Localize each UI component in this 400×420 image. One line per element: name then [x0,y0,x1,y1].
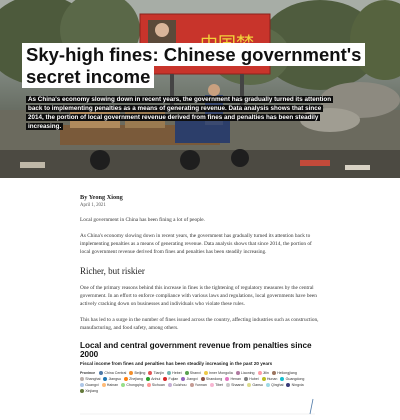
legend-swatch [261,377,266,381]
chart-legend: Province China Central Beijing Tianjin Hebe… [80,370,315,394]
legend-item[interactable]: Yunnan [189,382,207,388]
section-heading: Richer, but riskier [80,266,145,276]
legend-label: Ningxia [291,383,304,387]
article-paragraph: As China's economy slowing down in recen… [80,233,312,255]
legend-swatch [166,371,171,375]
legend-label: Guizhou [173,383,187,387]
legend-swatch [244,377,249,381]
legend-swatch [203,371,208,375]
legend-item[interactable]: Chongqing [121,382,144,388]
legend-item[interactable]: Ningxia [286,382,304,388]
legend-swatch [80,383,84,387]
legend-swatch [265,383,270,387]
legend-swatch [209,383,214,387]
legend-swatch [80,389,84,393]
article-paragraph: Local government in China has been finin… [80,217,205,223]
legend-swatch [103,377,108,381]
legend-label: Tibet [215,383,223,387]
hero-subtitle: As China's economy slowing down in recen… [26,96,334,130]
publish-date: April 1, 2021 [80,203,106,208]
chart-subtitle: Fiscal income from fines and penalties h… [80,361,273,366]
legend-item[interactable]: Shaanxi [225,382,245,388]
legend-label: Chongqing [126,383,144,387]
legend-item[interactable]: Sichuan [146,382,165,388]
legend-swatch [148,371,153,375]
legend-item[interactable]: Guizhou [167,382,187,388]
legend-swatch [235,371,240,375]
byline: By Yeong Xiong [80,194,123,201]
article-paragraph: One of the primary reasons behind this i… [80,285,317,307]
legend-swatch [280,377,285,381]
legend-label: Gansu [252,383,263,387]
legend-swatch [225,383,230,387]
legend-swatch [129,371,134,375]
legend-swatch [271,371,276,375]
legend-item[interactable]: Xinjiang [80,388,98,394]
legend-swatch [80,377,84,381]
legend-swatch [99,371,104,375]
legend-item[interactable]: Gansu [247,382,263,388]
page-title: Sky-high fines: Chinese government's sec… [22,43,400,88]
chart-container: Local and central government revenue fro… [80,341,320,415]
legend-swatch [123,377,128,381]
legend-swatch [200,377,205,381]
legend-label: Xinjiang [85,389,98,393]
hero-image: 中国梦 Sky-high fines: Chinese government's… [0,0,400,178]
legend-item[interactable]: Tibet [209,382,223,388]
legend-label: Yunnan [194,383,207,387]
legend-label: Shaanxi [231,383,245,387]
legend-swatch [184,371,189,375]
legend-item[interactable]: Hainan [101,382,119,388]
hero-photo: 中国梦 [0,0,400,178]
legend-swatch [257,371,262,375]
legend-swatch [189,383,194,387]
legend-swatch [121,383,126,387]
chart-series-line [309,398,314,415]
legend-label: Hainan [106,383,119,387]
article-body: By Yeong Xiong April 1, 2021 Local gover… [80,190,320,415]
legend-swatch [146,383,151,387]
legend-item[interactable]: Qinghai [265,382,284,388]
legend-swatch [145,377,150,381]
article-paragraph: This has led to a surge in the number of… [80,317,319,331]
legend-swatch [181,377,186,381]
legend-swatch [225,377,230,381]
legend-label: Qinghai [271,383,284,387]
legend-label: Sichuan [151,383,165,387]
legend-swatch [286,383,291,387]
legend-swatch [247,383,252,387]
chart-title: Local and central government revenue fro… [80,341,312,359]
legend-swatch [167,383,172,387]
legend-swatch [163,377,168,381]
legend-swatch [101,383,106,387]
